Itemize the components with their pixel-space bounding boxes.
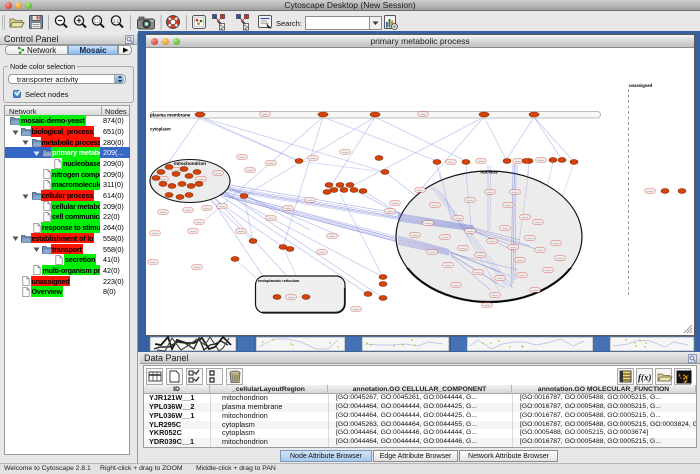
svg-text:unassigned: unassigned [629, 83, 653, 88]
svg-text:nucleus: nucleus [480, 170, 498, 175]
svg-text:cytoplasm: cytoplasm [150, 126, 171, 131]
svg-text:endoplasmic reticulum: endoplasmic reticulum [258, 279, 300, 283]
svg-text:1:1: 1:1 [113, 18, 120, 23]
svg-text:mitochondrion: mitochondrion [174, 161, 206, 166]
svg-text:f(x): f(x) [638, 373, 652, 383]
svg-text:plasma membrane: plasma membrane [150, 112, 191, 117]
svg-text:Search:: Search: [276, 19, 302, 28]
